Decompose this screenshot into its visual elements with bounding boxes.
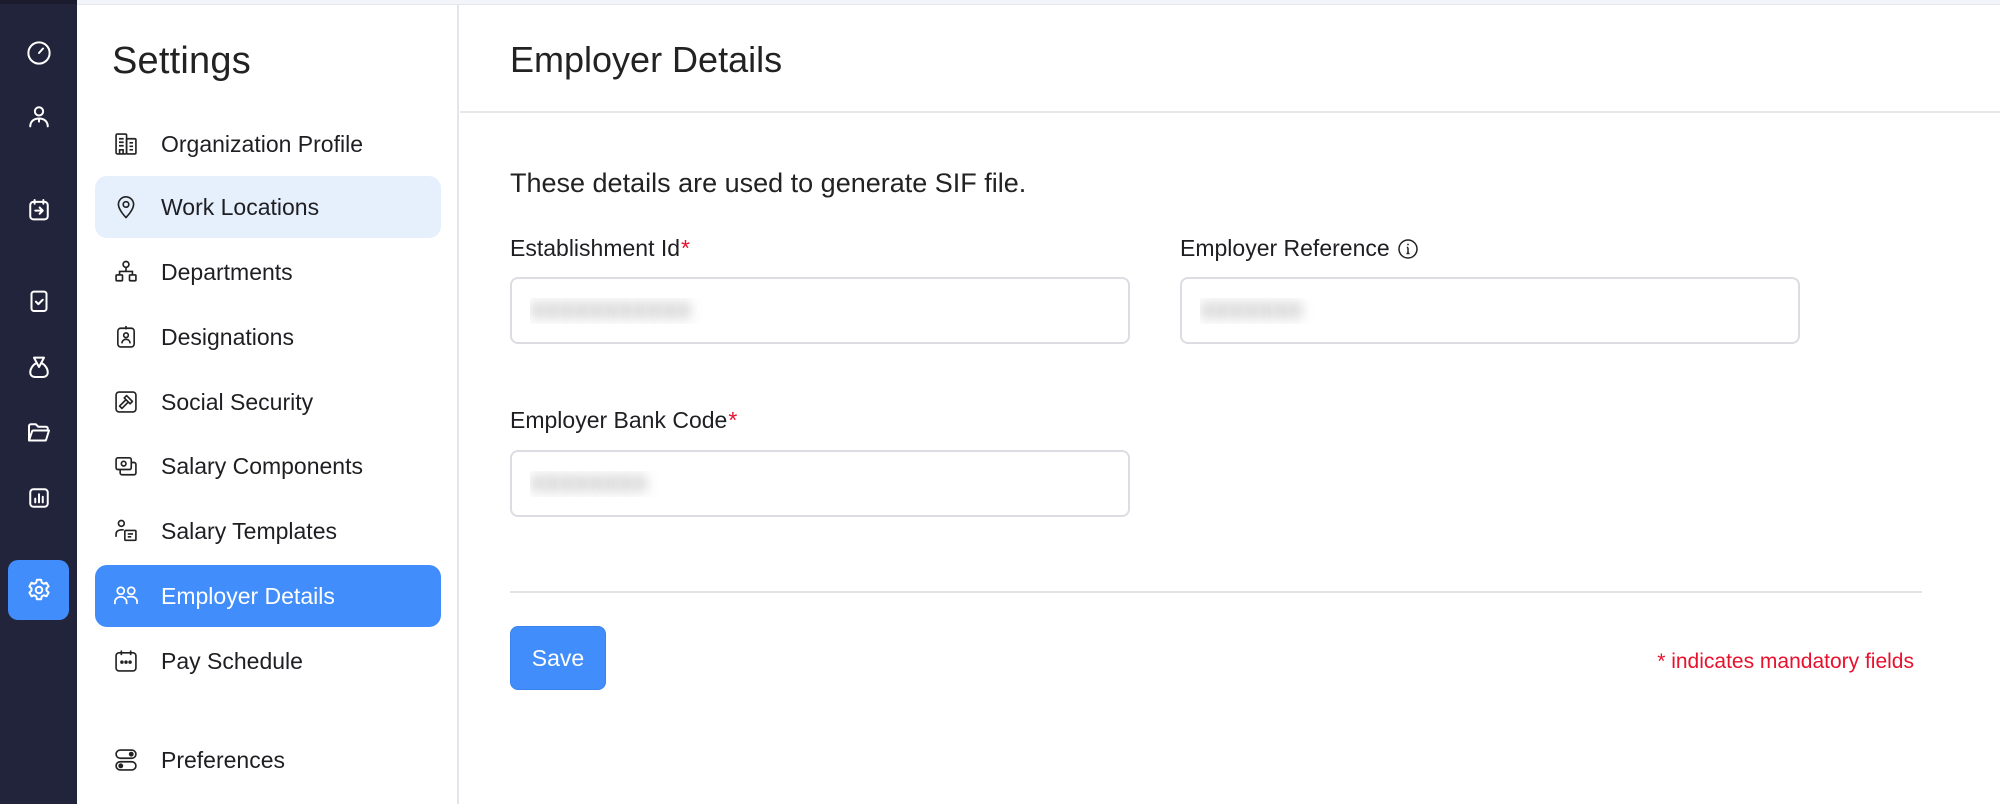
settings-item-label: Preferences bbox=[161, 746, 286, 773]
users-icon bbox=[111, 581, 141, 611]
app-rail bbox=[0, 0, 77, 804]
form-description: These details are used to generate SIF f… bbox=[510, 168, 1027, 198]
rail-item-reports[interactable] bbox=[8, 468, 69, 528]
page-header: Employer Details bbox=[460, 5, 2000, 113]
main-content: Employer Details These details are used … bbox=[460, 5, 2000, 804]
user-icon bbox=[28, 106, 49, 128]
gauge-icon bbox=[26, 41, 51, 65]
calendar-dots-icon bbox=[111, 646, 141, 676]
rail-top-edge bbox=[0, 0, 77, 4]
calendar-arrow-icon bbox=[28, 199, 49, 221]
settings-item-social-security[interactable]: Social Security bbox=[95, 371, 441, 433]
employer-reference-label-text: Employer Reference bbox=[1180, 235, 1390, 261]
establishment-id-label: Establishment Id * bbox=[510, 235, 690, 262]
employer-bank-code-input[interactable] bbox=[530, 452, 1110, 515]
settings-item-label: Pay Schedule bbox=[161, 647, 303, 674]
settings-item-label: Designations bbox=[161, 323, 294, 350]
rail-item-loans[interactable] bbox=[8, 337, 69, 397]
employer-bank-code-label: Employer Bank Code * bbox=[510, 407, 737, 434]
save-button[interactable]: Save bbox=[510, 626, 606, 690]
settings-item-work-locations[interactable]: Work Locations bbox=[95, 176, 441, 238]
settings-item-label: Social Security bbox=[161, 388, 314, 415]
money-bag-icon bbox=[28, 356, 49, 378]
rail-item-documents[interactable] bbox=[8, 403, 69, 463]
settings-panel: Settings Organization Profile Work Locat… bbox=[77, 5, 459, 804]
id-badge-icon bbox=[111, 322, 141, 352]
settings-item-pay-schedule[interactable]: Pay Schedule bbox=[95, 630, 441, 692]
settings-item-label: Employer Details bbox=[161, 582, 335, 609]
bar-chart-icon bbox=[28, 488, 49, 508]
user-template-icon bbox=[111, 516, 141, 546]
form-divider bbox=[510, 591, 1922, 593]
employer-reference-input[interactable] bbox=[1200, 279, 1780, 342]
rail-item-approvals[interactable] bbox=[8, 271, 69, 331]
settings-title: Settings bbox=[112, 40, 251, 82]
org-chart-icon bbox=[111, 257, 141, 287]
establishment-id-input[interactable] bbox=[530, 279, 1110, 342]
settings-item-organization-profile[interactable]: Organization Profile bbox=[95, 113, 441, 175]
toggles-icon bbox=[111, 745, 141, 775]
settings-item-label: Work Locations bbox=[161, 193, 320, 220]
settings-item-label: Departments bbox=[161, 258, 293, 285]
folder-open-icon bbox=[27, 423, 50, 442]
settings-item-designations[interactable]: Designations bbox=[95, 306, 441, 368]
page-title: Employer Details bbox=[510, 39, 783, 80]
rail-item-settings[interactable] bbox=[8, 560, 69, 620]
employer-reference-field[interactable] bbox=[1180, 277, 1800, 344]
establishment-id-label-text: Establishment Id bbox=[510, 235, 681, 261]
cash-icon bbox=[111, 451, 141, 481]
settings-item-employer-details[interactable]: Employer Details bbox=[95, 565, 441, 627]
settings-item-departments[interactable]: Departments bbox=[95, 241, 441, 303]
map-pin-icon bbox=[111, 192, 141, 222]
rail-item-dashboard[interactable] bbox=[8, 23, 69, 83]
settings-item-salary-components[interactable]: Salary Components bbox=[95, 435, 441, 497]
rail-item-pay-runs[interactable] bbox=[8, 180, 69, 240]
settings-item-label: Organization Profile bbox=[161, 130, 363, 157]
building-icon bbox=[111, 129, 141, 159]
employer-reference-label: Employer Reference bbox=[1180, 235, 1420, 262]
info-icon[interactable] bbox=[1396, 237, 1420, 261]
gear-icon bbox=[27, 578, 50, 601]
required-mark: * bbox=[728, 407, 738, 433]
establishment-id-field[interactable] bbox=[510, 277, 1130, 344]
gavel-icon bbox=[111, 387, 141, 417]
employer-bank-code-label-text: Employer Bank Code bbox=[510, 407, 728, 433]
employer-bank-code-field[interactable] bbox=[510, 450, 1130, 517]
clipboard-check-icon bbox=[30, 290, 47, 312]
settings-item-salary-templates[interactable]: Salary Templates bbox=[95, 500, 441, 562]
settings-item-label: Salary Templates bbox=[161, 517, 337, 544]
settings-item-label: Salary Components bbox=[161, 452, 363, 479]
required-mark: * bbox=[681, 235, 690, 261]
rail-item-employees[interactable] bbox=[8, 87, 69, 147]
settings-item-preferences[interactable]: Preferences bbox=[95, 729, 441, 791]
mandatory-fields-note: * indicates mandatory fields bbox=[1657, 650, 1914, 673]
